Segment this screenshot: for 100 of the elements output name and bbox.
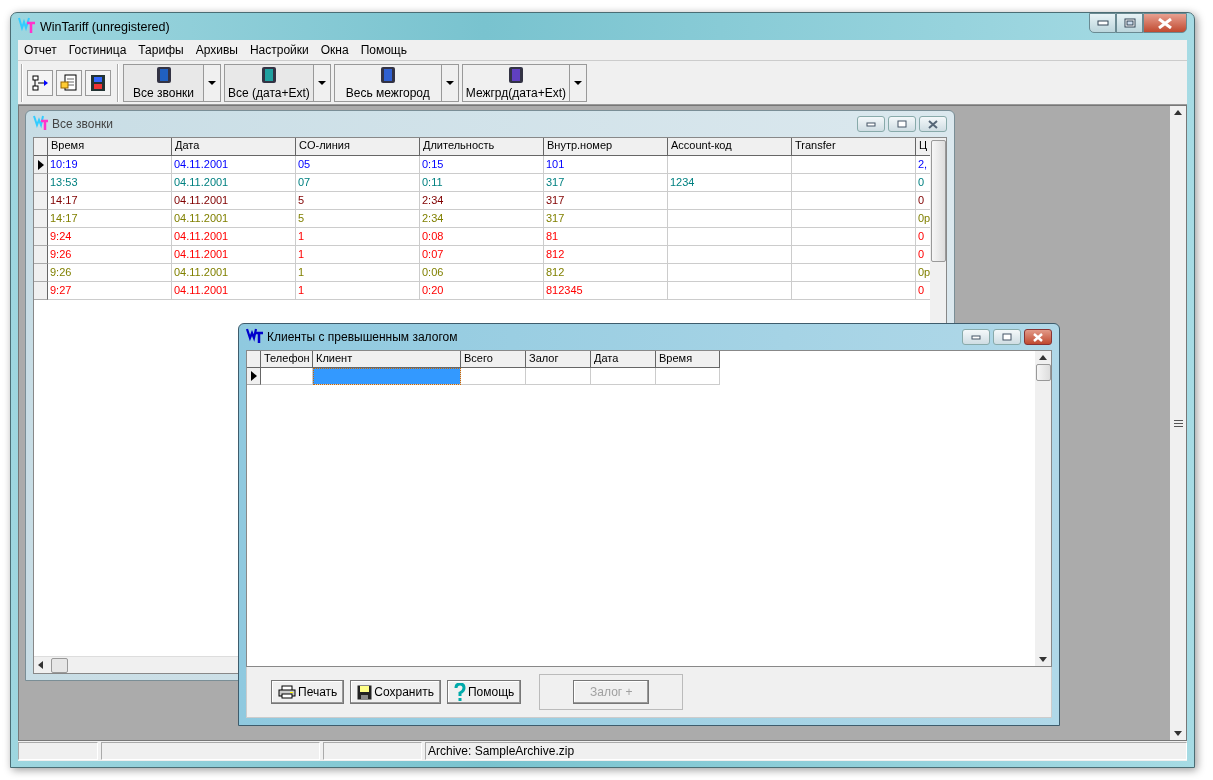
maximize-icon [1002,333,1012,341]
window-title: Клиенты с превышенным залогом [267,330,458,344]
column-header[interactable]: Время [48,138,172,156]
table-cell: 812 [544,246,668,264]
table-cell[interactable] [461,368,526,385]
table-cell: 5 [296,192,420,210]
window-title: WinTariff (unregistered) [40,19,170,34]
column-header[interactable]: Время [656,351,720,368]
caret-icon [208,80,216,85]
maximize-button[interactable] [888,116,916,132]
table-cell: 14:17 [48,192,172,210]
toolbar-button[interactable] [85,69,111,96]
column-header[interactable]: Длительность [420,138,544,156]
table-cell: 04.11.2001 [172,156,296,174]
table-cell: 2:34 [420,192,544,210]
column-header[interactable]: Дата [591,351,656,368]
up-arrow-icon [1174,110,1182,115]
table-cell: 10:19 [48,156,172,174]
table-cell: 04.11.2001 [172,282,296,300]
menu-item[interactable]: Окна [314,43,355,57]
scroll-thumb[interactable] [1035,364,1051,381]
tree-icon [31,73,49,92]
table-cell: 9:27 [48,282,172,300]
row-pointer-icon [250,371,257,381]
table-cell: 04.11.2001 [172,210,296,228]
filter-button[interactable]: Все звонки [123,63,203,102]
dropdown-button[interactable] [569,63,588,102]
table-cell: 04.11.2001 [172,174,296,192]
menu-item[interactable]: Тарифы [132,43,190,57]
scroll-thumb[interactable] [51,657,68,673]
question-mark-icon [453,683,466,701]
button[interactable]: Печать [271,680,345,704]
column-header[interactable]: Дата [172,138,296,156]
table-cell: 04.11.2001 [172,228,296,246]
up-arrow-icon [1039,355,1047,360]
table-cell: 317 [544,210,668,228]
filter-button[interactable]: Межгрд(дата+Ext) [461,63,570,102]
caret-icon [317,80,326,85]
close-icon [1157,17,1173,29]
maximize-icon [897,120,907,128]
column-header[interactable]: Transfer [792,138,916,156]
film-icon [89,73,107,92]
table-cell: 9:26 [48,246,172,264]
maximize-icon [1123,18,1136,28]
button[interactable]: Сохранить [350,680,441,704]
scroll-thumb[interactable] [930,140,946,262]
table-cell: 1 [296,228,420,246]
vertical-scrollbar[interactable] [1170,106,1186,740]
toolbar-button[interactable] [27,69,53,96]
table-cell[interactable] [526,368,591,385]
table-cell[interactable] [591,368,656,385]
column-header[interactable]: Ц [916,138,930,156]
close-button[interactable] [1024,329,1052,345]
table-cell: 812 [544,264,668,282]
menu-item[interactable]: Архивы [189,43,244,57]
button[interactable]: Помощь [446,680,522,704]
column-header[interactable]: Внутр.номер [544,138,668,156]
printer-icon [278,685,296,699]
table-cell: 101 [544,156,668,174]
dropdown-button[interactable] [203,63,221,102]
table-cell[interactable] [313,368,461,385]
table-cell: 0:11 [420,174,544,192]
minimize-icon [1096,20,1109,26]
vertical-scrollbar[interactable] [1035,351,1051,666]
table-cell: 13:53 [48,174,172,192]
close-button[interactable] [1143,13,1187,33]
menu-item[interactable]: Гостиница [62,43,133,57]
table-cell: 0:08 [420,228,544,246]
column-header[interactable]: Клиент [313,351,461,368]
minimize-button[interactable] [1089,13,1116,33]
column-header[interactable]: Залог [526,351,591,368]
table-cell: 05 [296,156,420,174]
table-cell: 1 [296,246,420,264]
column-header[interactable]: CO-линия [296,138,420,156]
window-title: Все звонки [52,117,113,131]
caret-icon [574,80,583,85]
row-pointer-icon [37,159,44,170]
filter-button[interactable]: Все (дата+Ext) [224,63,313,102]
table-cell[interactable] [656,368,720,385]
table-cell: 1 [296,282,420,300]
minimize-button[interactable] [857,116,885,132]
table-cell: 317 [544,174,668,192]
column-header[interactable]: Всего [461,351,526,368]
menu-item[interactable]: Помощь [354,43,413,57]
menu-item[interactable]: Настройки [243,43,315,57]
filter-button[interactable]: Весь межгород [333,63,441,102]
left-arrow-icon [38,661,43,669]
close-icon [1032,332,1044,342]
down-arrow-icon [1174,731,1182,736]
table-cell: 07 [296,174,420,192]
menu-item[interactable]: Отчет [18,43,63,57]
table-cell: 0:06 [420,264,544,282]
table-cell: 0:07 [420,246,544,264]
column-header[interactable]: Account-код [668,138,792,156]
maximize-button[interactable] [1116,13,1143,33]
column-header[interactable]: Телефон [261,351,313,368]
close-button[interactable] [919,116,947,132]
minimize-button[interactable] [962,329,990,345]
table-cell: 04.11.2001 [172,264,296,282]
minimize-icon [971,334,981,340]
